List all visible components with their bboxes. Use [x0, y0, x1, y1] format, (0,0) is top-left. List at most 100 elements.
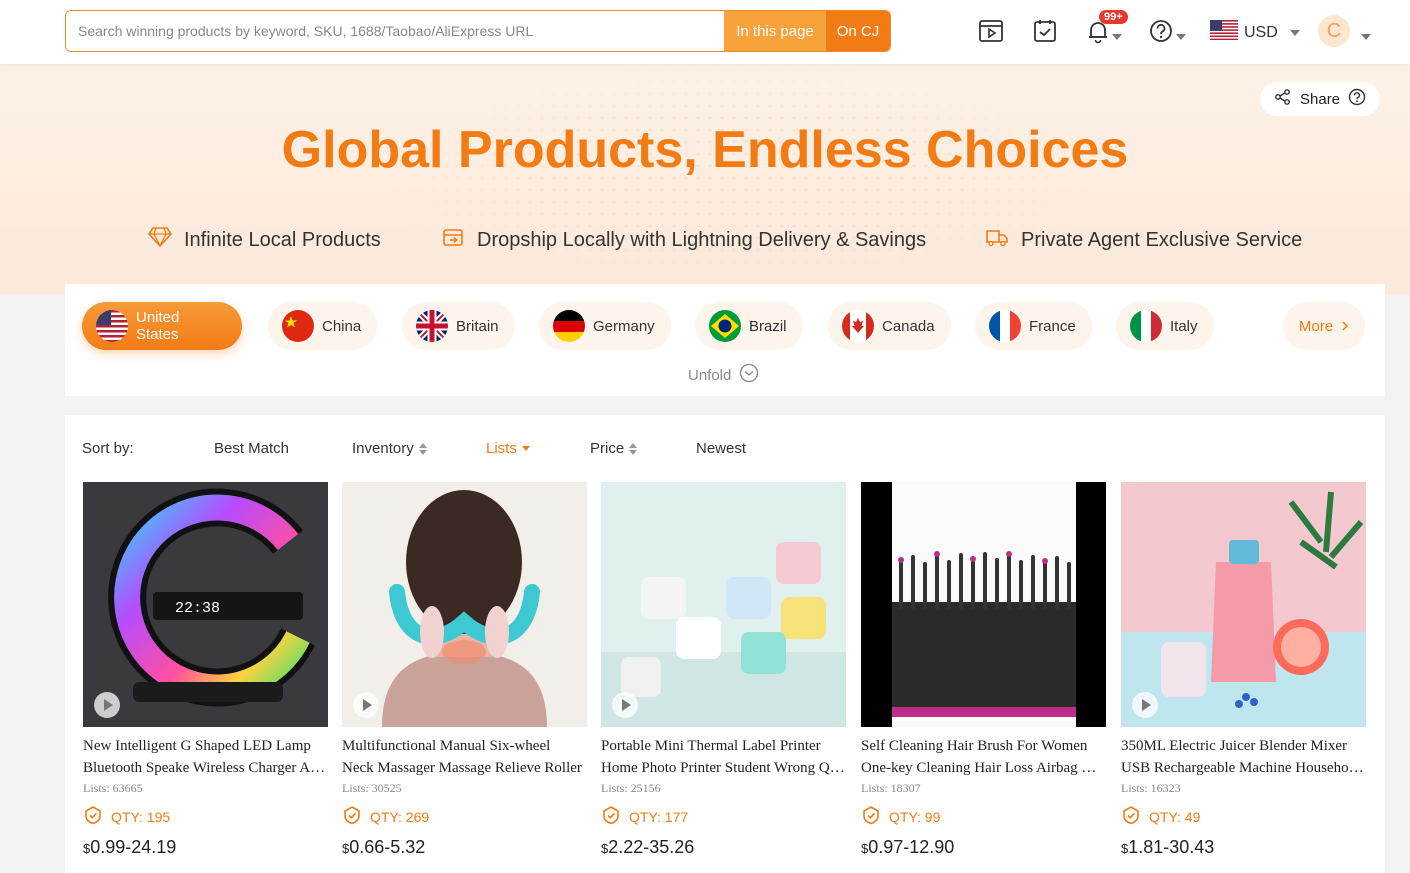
- sort-newest[interactable]: Newest: [696, 440, 746, 457]
- price-value: 2.22-35.26: [608, 837, 695, 857]
- product-price: $2.22-35.26: [601, 837, 846, 858]
- feature-label: Infinite Local Products: [184, 228, 381, 251]
- share-icon: [1274, 88, 1292, 110]
- feature-item: Infinite Local Products: [147, 226, 381, 254]
- delivery-box-icon: [441, 226, 465, 254]
- price-value: 0.66-5.32: [349, 837, 426, 857]
- product-title[interactable]: Self Cleaning Hair Brush For Women One-ke…: [861, 735, 1106, 779]
- country-chip-china[interactable]: China: [268, 302, 378, 350]
- qty-label: QTY: 99: [889, 808, 941, 825]
- sort-updown-icon: [418, 442, 427, 455]
- france-flag-icon: [989, 310, 1021, 342]
- country-label: United States: [136, 309, 180, 343]
- unfold-button[interactable]: Unfold: [688, 363, 759, 387]
- product-qty: QTY: 195: [83, 805, 328, 828]
- product-image[interactable]: [601, 482, 846, 727]
- china-flag-icon: [282, 310, 314, 342]
- product-card[interactable]: Self Cleaning Hair Brush For Women One-ke…: [861, 482, 1106, 858]
- country-chip-italy[interactable]: Italy: [1116, 302, 1214, 350]
- play-video-icon[interactable]: [353, 692, 379, 718]
- video-icon[interactable]: [976, 16, 1006, 46]
- chevron-down-circle-icon: [739, 363, 759, 387]
- sort-lists[interactable]: Lists: [486, 440, 530, 457]
- qty-label: QTY: 49: [1149, 808, 1201, 825]
- currency-selector[interactable]: USD: [1210, 20, 1300, 45]
- avatar[interactable]: C: [1318, 15, 1350, 47]
- product-image[interactable]: 22:38: [83, 482, 328, 727]
- share-label: Share: [1300, 90, 1341, 108]
- product-title[interactable]: Portable Mini Thermal Label Printer Home …: [601, 735, 846, 779]
- truck-icon: [985, 226, 1009, 254]
- country-label: Canada: [882, 317, 935, 335]
- brazil-flag-icon: [709, 310, 741, 342]
- qty-label: QTY: 195: [111, 808, 171, 825]
- product-card[interactable]: Multifunctional Manual Six-wheel Neck Mas…: [342, 482, 587, 858]
- feature-label: Dropship Locally with Lightning Delivery…: [477, 228, 927, 251]
- product-price: $1.81-30.43: [1121, 837, 1366, 858]
- price-value: 1.81-30.43: [1128, 837, 1215, 857]
- country-chip-britain[interactable]: Britain: [402, 302, 515, 350]
- qty-label: QTY: 269: [370, 808, 430, 825]
- more-countries-button[interactable]: More: [1283, 302, 1365, 350]
- product-image[interactable]: [342, 482, 587, 727]
- share-help-icon[interactable]: [1348, 88, 1366, 110]
- country-label: Brazil: [749, 317, 787, 335]
- sort-price[interactable]: Price: [590, 440, 638, 457]
- avatar-letter: C: [1326, 19, 1342, 42]
- sort-best-match[interactable]: Best Match: [214, 440, 289, 457]
- product-title[interactable]: New Intelligent G Shaped LED Lamp Bluetoo…: [83, 735, 328, 779]
- sort-inventory[interactable]: Inventory: [352, 440, 427, 457]
- product-image[interactable]: [1121, 482, 1366, 727]
- warehouse-shield-icon: [601, 805, 621, 828]
- country-chip-france[interactable]: France: [975, 302, 1092, 350]
- feature-item: Private Agent Exclusive Service: [985, 226, 1302, 254]
- product-panel: Sort by: Best Match Inventory Lists Pric…: [65, 415, 1385, 873]
- country-label: Germany: [593, 317, 655, 335]
- product-title[interactable]: Multifunctional Manual Six-wheel Neck Mas…: [342, 735, 587, 779]
- product-card[interactable]: Portable Mini Thermal Label Printer Home …: [601, 482, 846, 858]
- product-qty: QTY: 177: [601, 805, 846, 828]
- product-lists-count: Lists: 18307: [861, 781, 921, 795]
- product-title[interactable]: 350ML Electric Juicer Blender Mixer USB R…: [1121, 735, 1366, 779]
- more-label: More: [1298, 317, 1334, 335]
- country-chip-brazil[interactable]: Brazil: [695, 302, 803, 350]
- product-qty: QTY: 49: [1121, 805, 1366, 828]
- play-video-icon[interactable]: [94, 692, 120, 718]
- sort-updown-icon: [629, 442, 638, 455]
- unfold-label: Unfold: [688, 366, 732, 384]
- country-label: Italy: [1170, 317, 1198, 335]
- help-dropdown-icon[interactable]: [1176, 27, 1186, 45]
- help-icon[interactable]: [1146, 16, 1176, 46]
- country-chip-united-states[interactable]: United States: [82, 302, 242, 350]
- uk-flag-icon: [416, 310, 448, 342]
- sort-option-label: Price: [590, 440, 625, 457]
- sort-option-label: Inventory: [352, 440, 414, 457]
- product-lists-count: Lists: 30525: [342, 781, 402, 795]
- top-header: In this page On CJ 99+ USD C: [0, 0, 1410, 64]
- play-video-icon[interactable]: [612, 692, 638, 718]
- us-flag-icon: [96, 310, 128, 342]
- share-button[interactable]: Share: [1260, 82, 1381, 116]
- product-card[interactable]: 22:38 New Intelligent G Shaped LED Lamp B…: [83, 482, 328, 858]
- country-filter: United States China Britain Germany Braz…: [65, 284, 1385, 396]
- sort-down-icon: [521, 446, 530, 451]
- currency-dropdown-icon: [1289, 29, 1300, 36]
- diamond-icon: [147, 226, 173, 254]
- notification-dropdown-icon[interactable]: [1112, 27, 1122, 45]
- sort-option-label: Best Match: [214, 440, 290, 457]
- search-in-page-button[interactable]: In this page: [724, 11, 826, 51]
- warehouse-shield-icon: [83, 805, 103, 828]
- search-on-cj-button[interactable]: On CJ: [826, 11, 890, 51]
- product-card[interactable]: 350ML Electric Juicer Blender Mixer USB R…: [1121, 482, 1366, 858]
- account-dropdown-icon[interactable]: [1361, 27, 1371, 45]
- sort-label: Sort by:: [82, 440, 134, 457]
- search-input[interactable]: [66, 11, 724, 51]
- price-value: 0.99-24.19: [90, 837, 177, 857]
- play-video-icon[interactable]: [1132, 692, 1158, 718]
- country-chip-canada[interactable]: Canada: [828, 302, 951, 350]
- product-image[interactable]: [861, 482, 1106, 727]
- product-price: $0.97-12.90: [861, 837, 1106, 858]
- qty-label: QTY: 177: [629, 808, 689, 825]
- task-calendar-icon[interactable]: [1030, 16, 1060, 46]
- country-chip-germany[interactable]: Germany: [539, 302, 671, 350]
